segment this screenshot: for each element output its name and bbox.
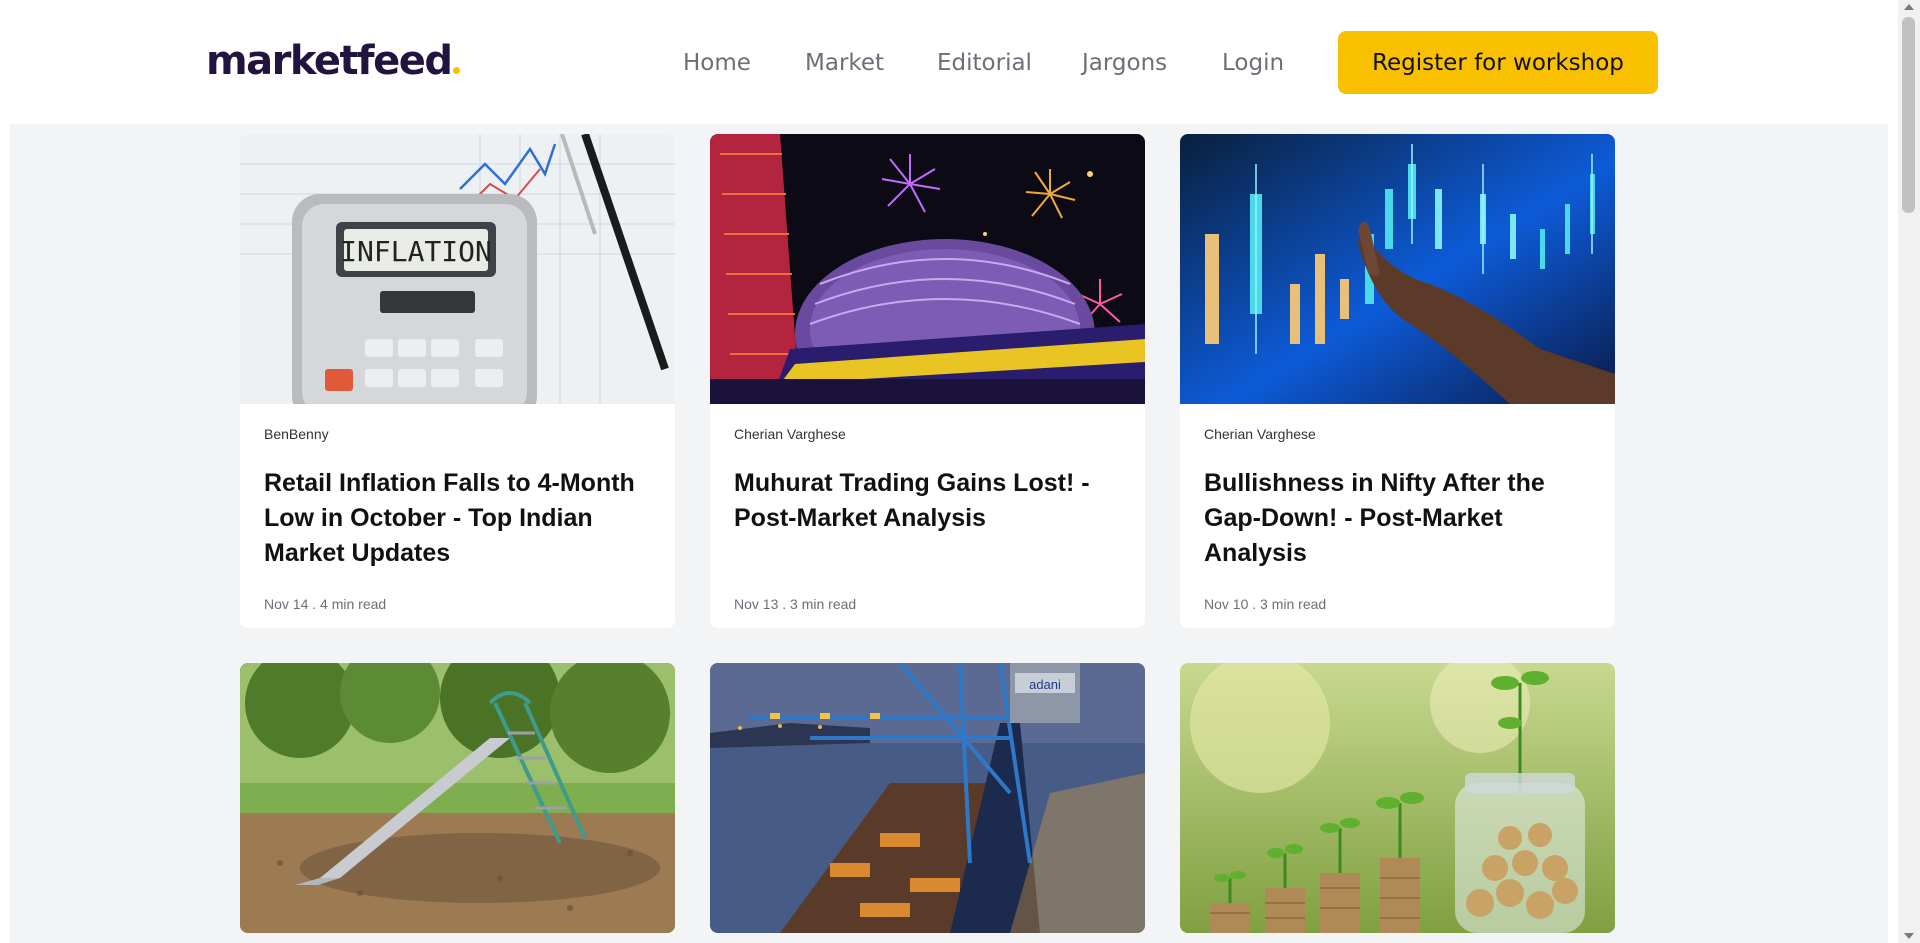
article-meta: Nov 10 . 3 min read (1204, 596, 1327, 612)
scrollbar-thumb[interactable] (1902, 17, 1915, 213)
register-workshop-button[interactable]: Register for workshop (1338, 31, 1658, 94)
nav-jargons[interactable]: Jargons (1082, 50, 1167, 76)
scroll-up-arrow-icon[interactable] (1904, 4, 1914, 10)
article-card[interactable]: Cherian Varghese Muhurat Trading Gains L… (710, 134, 1145, 628)
svg-text:INFLATION: INFLATION (340, 235, 492, 268)
nav-market[interactable]: Market (805, 50, 884, 76)
calculator-inflation-image: INFLATION (240, 134, 675, 404)
nav-home[interactable]: Home (683, 50, 751, 76)
article-card[interactable] (240, 663, 675, 933)
logo-text: marketfeed (206, 38, 453, 84)
marketfeed-logo[interactable]: marketfeed (206, 38, 461, 84)
page-scrollbar[interactable] (1898, 0, 1920, 943)
article-grid: INFLATION BenBenny Retail Inflation Fall… (10, 124, 1888, 943)
candlestick-chart-hand-image (1180, 134, 1615, 404)
stock-exchange-fireworks-image (710, 134, 1145, 404)
logo-dot (453, 67, 461, 74)
article-author: Cherian Varghese (734, 426, 846, 442)
article-title[interactable]: Bullishness in Nifty After the Gap-Down!… (1204, 466, 1594, 571)
nav-editorial[interactable]: Editorial (937, 50, 1032, 76)
playground-slide-image (240, 663, 675, 933)
site-header: marketfeed Home Market Editorial Jargons… (0, 0, 1898, 124)
coin-jar-plants-image (1180, 663, 1615, 933)
article-title[interactable]: Retail Inflation Falls to 4-Month Low in… (264, 466, 654, 571)
article-card[interactable]: Cherian Varghese Bullishness in Nifty Af… (1180, 134, 1615, 628)
article-author: Cherian Varghese (1204, 426, 1316, 442)
article-title[interactable]: Muhurat Trading Gains Lost! - Post-Marke… (734, 466, 1124, 536)
scroll-down-arrow-icon[interactable] (1904, 933, 1914, 939)
article-meta: Nov 14 . 4 min read (264, 596, 387, 612)
article-author: BenBenny (264, 426, 329, 442)
nav-login[interactable]: Login (1222, 50, 1284, 76)
adani-text: adani (1029, 677, 1061, 692)
article-card[interactable]: INFLATION BenBenny Retail Inflation Fall… (240, 134, 675, 628)
article-card[interactable]: adani (710, 663, 1145, 933)
article-card[interactable] (1180, 663, 1615, 933)
article-meta: Nov 13 . 3 min read (734, 596, 857, 612)
adani-port-crane-image: adani (710, 663, 1145, 933)
